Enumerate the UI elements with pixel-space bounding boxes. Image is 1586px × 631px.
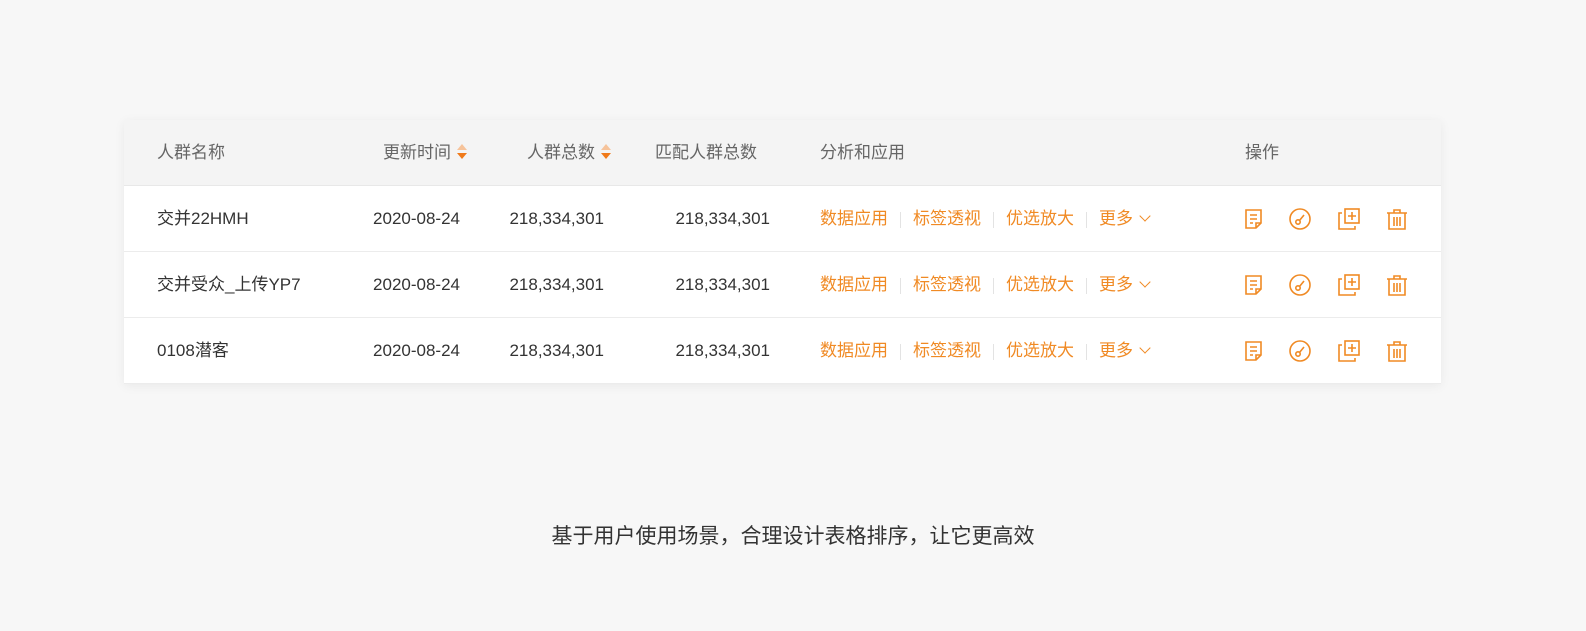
analysis-links: 数据应用 标签透视 优选放大 更多 <box>820 318 1151 384</box>
crowd-name[interactable]: 交并受众_上传YP7 <box>157 252 301 318</box>
divider <box>900 211 901 228</box>
chevron-down-icon <box>1139 342 1151 354</box>
total-count: 218,334,301 <box>509 209 604 228</box>
matched-count: 218,334,301 <box>675 209 770 228</box>
updated-date: 2020-08-24 <box>373 209 460 228</box>
header-updated-label: 更新时间 <box>383 143 451 162</box>
tag-view-link[interactable]: 标签透视 <box>913 209 981 228</box>
crowd-table: 人群名称 更新时间 人群总数 匹配人群总数 分析和应用 操作 交并22HMH 2… <box>124 120 1441 384</box>
tag-view-link[interactable]: 标签透视 <box>913 341 981 360</box>
key-icon[interactable] <box>1288 273 1312 297</box>
header-name: 人群名称 <box>157 143 225 162</box>
document-icon[interactable] <box>1242 273 1266 297</box>
more-dropdown[interactable]: 更多 <box>1099 275 1151 294</box>
analysis-links: 数据应用 标签透视 优选放大 更多 <box>820 252 1151 318</box>
key-icon[interactable] <box>1288 207 1312 231</box>
table-row: 0108潜客 2020-08-24 218,334,301 218,334,30… <box>124 318 1441 384</box>
divider <box>900 343 901 360</box>
more-label: 更多 <box>1099 209 1133 228</box>
crowd-name[interactable]: 0108潜客 <box>157 318 229 384</box>
divider <box>993 343 994 360</box>
more-label: 更多 <box>1099 275 1133 294</box>
total-count: 218,334,301 <box>509 275 604 294</box>
more-dropdown[interactable]: 更多 <box>1099 341 1151 360</box>
more-dropdown[interactable]: 更多 <box>1099 209 1151 228</box>
divider <box>993 277 994 294</box>
header-matched: 匹配人群总数 <box>655 143 757 162</box>
divider <box>1086 211 1087 228</box>
divider <box>900 277 901 294</box>
updated-date: 2020-08-24 <box>373 275 460 294</box>
copy-add-icon[interactable] <box>1337 273 1361 297</box>
table-header: 人群名称 更新时间 人群总数 匹配人群总数 分析和应用 操作 <box>124 120 1441 186</box>
matched-count: 218,334,301 <box>675 341 770 360</box>
expand-link[interactable]: 优选放大 <box>1006 341 1074 360</box>
table-row: 交并22HMH 2020-08-24 218,334,301 218,334,3… <box>124 186 1441 252</box>
caption: 基于用户使用场景，合理设计表格排序，让它更高效 <box>551 525 1035 548</box>
document-icon[interactable] <box>1242 207 1266 231</box>
updated-date: 2020-08-24 <box>373 341 460 360</box>
data-apply-link[interactable]: 数据应用 <box>820 209 888 228</box>
divider <box>993 211 994 228</box>
chevron-down-icon <box>1139 276 1151 288</box>
trash-icon[interactable] <box>1385 207 1409 231</box>
sort-icon[interactable] <box>601 143 611 160</box>
chevron-down-icon <box>1139 210 1151 222</box>
trash-icon[interactable] <box>1385 339 1409 363</box>
data-apply-link[interactable]: 数据应用 <box>820 341 888 360</box>
data-apply-link[interactable]: 数据应用 <box>820 275 888 294</box>
trash-icon[interactable] <box>1385 273 1409 297</box>
table-row: 交并受众_上传YP7 2020-08-24 218,334,301 218,33… <box>124 252 1441 318</box>
divider <box>1086 277 1087 294</box>
copy-add-icon[interactable] <box>1337 339 1361 363</box>
sort-icon[interactable] <box>457 143 467 160</box>
header-total-label: 人群总数 <box>527 143 595 162</box>
document-icon[interactable] <box>1242 339 1266 363</box>
copy-add-icon[interactable] <box>1337 207 1361 231</box>
expand-link[interactable]: 优选放大 <box>1006 209 1074 228</box>
header-analysis: 分析和应用 <box>820 143 905 162</box>
key-icon[interactable] <box>1288 339 1312 363</box>
more-label: 更多 <box>1099 341 1133 360</box>
tag-view-link[interactable]: 标签透视 <box>913 275 981 294</box>
header-actions: 操作 <box>1245 143 1279 162</box>
matched-count: 218,334,301 <box>675 275 770 294</box>
header-total[interactable]: 人群总数 <box>527 120 611 186</box>
divider <box>1086 343 1087 360</box>
header-updated[interactable]: 更新时间 <box>383 120 467 186</box>
total-count: 218,334,301 <box>509 341 604 360</box>
expand-link[interactable]: 优选放大 <box>1006 275 1074 294</box>
crowd-name[interactable]: 交并22HMH <box>157 186 249 252</box>
analysis-links: 数据应用 标签透视 优选放大 更多 <box>820 186 1151 252</box>
